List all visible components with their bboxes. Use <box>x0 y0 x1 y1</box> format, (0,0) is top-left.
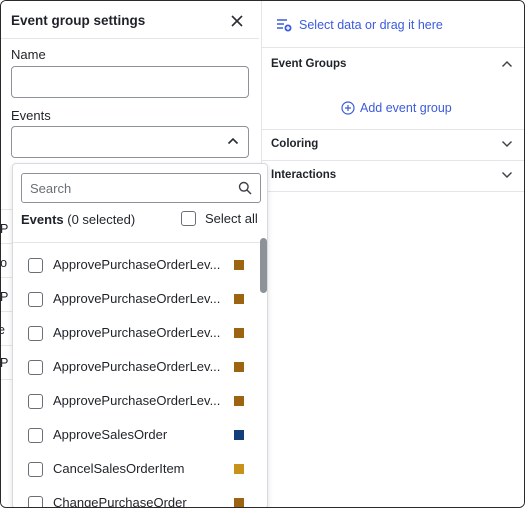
checkbox[interactable] <box>28 292 43 307</box>
divider <box>262 191 524 192</box>
background-row: e <box>1 323 5 337</box>
event-name: ApprovePurchaseOrderLev... <box>53 291 221 306</box>
checkbox[interactable] <box>28 326 43 341</box>
color-swatch <box>234 464 244 474</box>
search-icon[interactable] <box>238 181 252 195</box>
events-heading-label: Events <box>21 212 64 227</box>
checkbox[interactable] <box>28 360 43 375</box>
selected-count: (0 selected) <box>67 212 136 227</box>
close-icon[interactable] <box>228 12 246 30</box>
event-name: ApprovePurchaseOrderLev... <box>53 393 221 408</box>
list-item[interactable]: CancelSalesOrderItem <box>13 451 259 485</box>
search-input[interactable] <box>22 174 232 202</box>
list-item[interactable]: ApprovePurchaseOrderLev... <box>13 349 259 383</box>
divider <box>262 160 524 161</box>
event-name: ApprovePurchaseOrderLev... <box>53 359 221 374</box>
chevron-up-icon <box>227 137 239 145</box>
chevron-down-icon <box>502 141 512 147</box>
list-item[interactable]: ApprovePurchaseOrderLev... <box>13 281 259 315</box>
add-event-group-button[interactable]: Add event group <box>341 101 452 115</box>
background-row: P <box>1 290 8 304</box>
list-item[interactable]: ApprovePurchaseOrderLev... <box>13 247 259 281</box>
name-field[interactable] <box>11 66 249 98</box>
event-name: ApprovePurchaseOrderLev... <box>53 257 221 272</box>
list-item[interactable]: ApprovePurchaseOrderLev... <box>13 383 259 417</box>
list-item[interactable]: ChangePurchaseOrder <box>13 485 259 508</box>
color-swatch <box>234 430 244 440</box>
event-name: CancelSalesOrderItem <box>53 461 185 476</box>
divider <box>262 129 524 130</box>
select-data-label: Select data or drag it here <box>299 18 443 32</box>
list-item[interactable]: ApproveSalesOrder <box>13 417 259 451</box>
event-name: ApprovePurchaseOrderLev... <box>53 325 221 340</box>
checkbox[interactable] <box>28 258 43 273</box>
select-data-link[interactable]: Select data or drag it here <box>276 18 443 32</box>
checkbox[interactable] <box>181 211 196 226</box>
panel-header: Event group settings <box>1 1 259 39</box>
name-label: Name <box>11 47 46 62</box>
add-data-icon <box>277 19 292 32</box>
event-name: ChangePurchaseOrder <box>53 495 187 508</box>
select-all-label: Select all <box>205 211 258 226</box>
add-event-group-label: Add event group <box>360 101 452 115</box>
events-heading: Events (0 selected) <box>21 212 135 227</box>
right-pane: Select data or drag it here Event Groups… <box>261 1 524 507</box>
color-swatch <box>234 498 244 507</box>
color-swatch <box>234 328 244 338</box>
list-item[interactable]: ApprovePurchaseOrderLev... <box>13 315 259 349</box>
chevron-down-icon <box>502 172 512 178</box>
plus-circle-icon <box>341 101 355 115</box>
event-name: ApproveSalesOrder <box>53 427 168 442</box>
select-all-checkbox[interactable]: Select all <box>181 211 258 226</box>
color-swatch <box>234 396 244 406</box>
divider <box>262 47 524 48</box>
color-swatch <box>234 294 244 304</box>
checkbox[interactable] <box>28 496 43 507</box>
color-swatch <box>234 260 244 270</box>
app-window: Select data or drag it here Event Groups… <box>0 0 525 508</box>
color-swatch <box>234 362 244 372</box>
background-row: P <box>1 222 8 236</box>
interactions-label: Interactions <box>271 169 337 181</box>
background-row: P <box>1 356 8 370</box>
checkbox[interactable] <box>28 394 43 409</box>
events-dropdown[interactable] <box>11 126 249 158</box>
search-box <box>21 173 261 203</box>
checkbox[interactable] <box>28 428 43 443</box>
events-label: Events <box>11 108 51 123</box>
coloring-header[interactable]: Coloring <box>271 138 513 150</box>
event-groups-header[interactable]: Event Groups <box>271 58 513 70</box>
background-row: ro <box>1 256 7 270</box>
scrollbar-thumb[interactable] <box>260 238 267 293</box>
chevron-up-icon <box>502 61 512 67</box>
panel-title: Event group settings <box>11 13 146 28</box>
event-groups-label: Event Groups <box>271 58 347 70</box>
events-popup: Events (0 selected) Select all ApprovePu… <box>12 163 268 508</box>
events-list: ApprovePurchaseOrderLev... ApprovePurchas… <box>13 242 267 508</box>
coloring-label: Coloring <box>271 138 319 150</box>
checkbox[interactable] <box>28 462 43 477</box>
interactions-header[interactable]: Interactions <box>271 169 513 181</box>
